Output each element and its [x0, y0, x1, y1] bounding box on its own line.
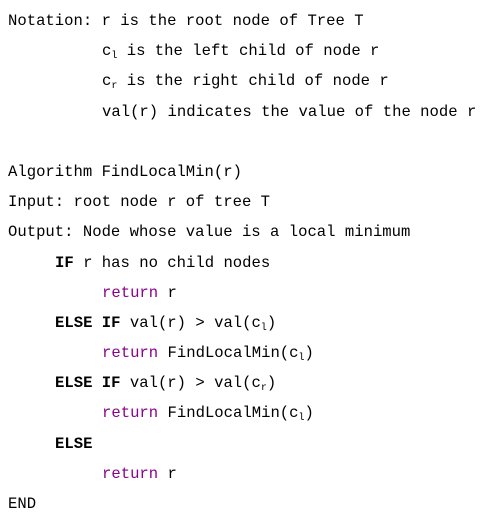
code-line: Output: Node whose value is a local mini…: [8, 217, 476, 247]
code-line: IF r has no child nodes: [8, 248, 476, 278]
code-text: c: [102, 42, 112, 61]
code-text: FindLocalMin(c: [158, 344, 299, 363]
code-line: val(r) indicates the value of the node r: [8, 97, 476, 127]
code-text: Notation: r is the root node of Tree T: [8, 12, 364, 30]
code-text: val(r) > val(c: [120, 313, 261, 332]
code-text: Algorithm FindLocalMin(r): [8, 162, 242, 181]
code-text: ): [266, 374, 277, 393]
return-keyword: return: [102, 404, 159, 423]
code-line: cr is the right child of node r: [8, 66, 476, 96]
code-text: is the left child of node r: [117, 42, 380, 61]
code-text: r has no child nodes: [73, 253, 271, 272]
keyword: IF: [55, 253, 74, 272]
code-line: cl is the left child of node r: [8, 36, 476, 66]
code-text: is the right child of node r: [117, 72, 389, 91]
code-line: Algorithm FindLocalMin(r): [8, 157, 476, 187]
code-text: ): [304, 344, 314, 363]
code-text: Input: root node r of tree T: [8, 193, 271, 212]
code-text: END: [8, 495, 37, 513]
code-line: return r: [8, 459, 476, 489]
code-line: Notation: r is the root node of Tree T: [8, 6, 476, 36]
code-text: Output: Node whose value is a local mini…: [8, 223, 411, 242]
keyword: ELSE: [55, 434, 93, 453]
code-line: Input: root node r of tree T: [8, 187, 476, 217]
code-line: return FindLocalMin(cl): [8, 338, 476, 368]
code-text: val(r) indicates the value of the node r: [102, 102, 477, 121]
code-line: ELSE IF val(r) > val(cr): [8, 368, 476, 398]
keyword: ELSE IF: [55, 313, 121, 332]
code-line: return r: [8, 278, 476, 308]
return-keyword: return: [102, 344, 159, 363]
code-text: ): [266, 313, 277, 332]
return-keyword: return: [102, 283, 159, 302]
code-line: ELSE: [8, 429, 476, 459]
code-text: c: [102, 72, 112, 91]
return-keyword: return: [102, 464, 159, 483]
code-line: END: [8, 489, 476, 519]
pseudocode-document: Notation: r is the root node of Tree T cl…: [8, 6, 476, 519]
code-line: ELSE IF val(r) > val(cl): [8, 308, 476, 338]
code-line: return FindLocalMin(cl): [8, 398, 476, 428]
code-text: r: [158, 464, 177, 483]
code-text: val(r) > val(c: [120, 374, 261, 393]
code-text: ): [304, 404, 314, 423]
code-text: FindLocalMin(c: [158, 404, 299, 423]
keyword: ELSE IF: [55, 374, 121, 393]
code-text: r: [158, 283, 177, 302]
